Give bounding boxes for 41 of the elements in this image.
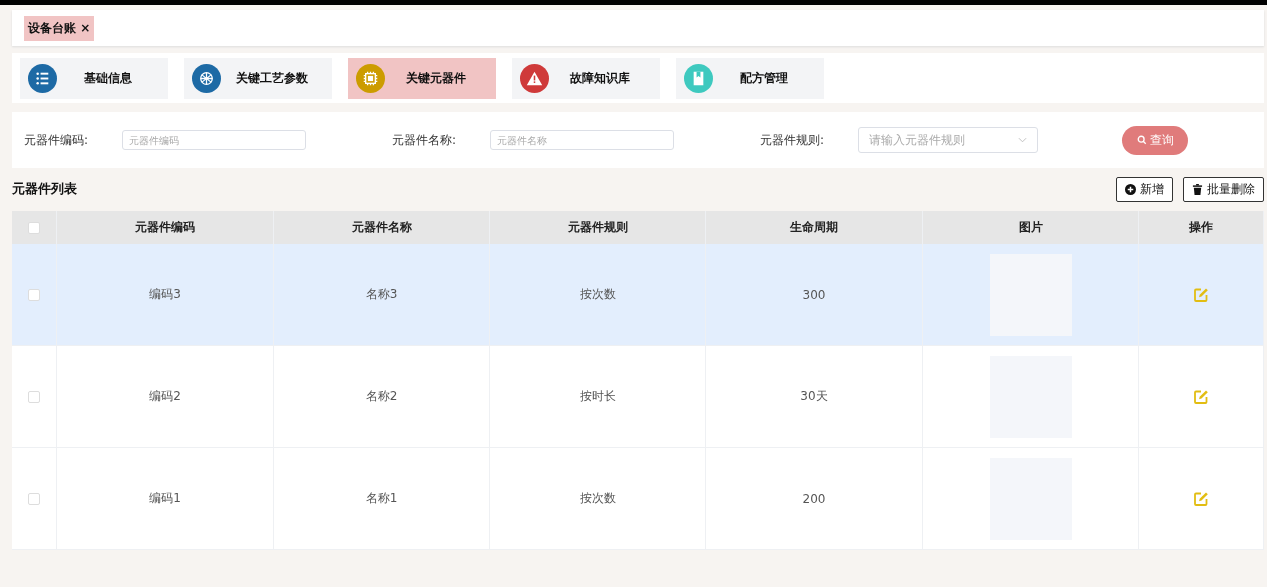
checkbox[interactable] <box>28 390 40 403</box>
table-cell: 名称2 <box>365 388 398 405</box>
table-cell: 30天 <box>800 388 828 405</box>
page-tab[interactable]: 设备台账 × <box>24 15 95 41</box>
table-cell: 按次数 <box>579 490 616 507</box>
field-label: 元器件名称: <box>392 131 458 149</box>
edit-icon[interactable] <box>1193 490 1209 507</box>
module-tab[interactable]: 关键工艺参数 <box>184 57 332 99</box>
table-row[interactable]: 编码1 名称1 按次数 200 <box>12 448 1264 550</box>
input-field[interactable]: 元器件名称 <box>490 130 674 150</box>
table-cell: 200 <box>802 491 826 506</box>
plus-circle-icon <box>1125 183 1136 195</box>
table-cell: 编码3 <box>149 286 181 303</box>
field-label: 元器件编码: <box>24 131 90 149</box>
batch-delete-button[interactable]: 批量删除 <box>1183 176 1264 202</box>
table-cell: 300 <box>802 287 826 302</box>
add-button[interactable]: 新增 <box>1116 176 1173 202</box>
table-cell: 编码1 <box>149 490 181 507</box>
checkbox[interactable] <box>28 492 40 505</box>
search-icon <box>1136 135 1147 145</box>
edit-icon[interactable] <box>1193 286 1209 303</box>
field-label: 元器件规则: <box>760 131 826 149</box>
table-cell: 按次数 <box>579 286 616 303</box>
checkbox[interactable] <box>28 221 40 234</box>
edit-icon[interactable] <box>1193 388 1209 405</box>
chevron-down-icon <box>1018 137 1027 143</box>
module-tab[interactable]: 关键元器件 <box>348 57 496 99</box>
table-row[interactable]: 编码3 名称3 按次数 300 <box>12 244 1264 346</box>
checkbox[interactable] <box>28 288 40 301</box>
module-tab[interactable]: 故障知识库 <box>512 57 660 99</box>
list-title: 元器件列表 <box>12 180 77 198</box>
trash-icon <box>1192 183 1203 195</box>
table-cell: 名称1 <box>365 490 398 507</box>
table-cell: 编码2 <box>149 388 181 405</box>
module-tab[interactable]: 基础信息 <box>20 57 168 99</box>
close-icon[interactable]: × <box>80 20 91 35</box>
input-field[interactable]: 元器件编码 <box>122 130 306 150</box>
table-cell: 名称3 <box>365 286 398 303</box>
table-cell: 按时长 <box>579 388 616 405</box>
table-row[interactable]: 编码2 名称2 按时长 30天 <box>12 346 1264 448</box>
module-tab[interactable]: 配方管理 <box>676 57 824 99</box>
